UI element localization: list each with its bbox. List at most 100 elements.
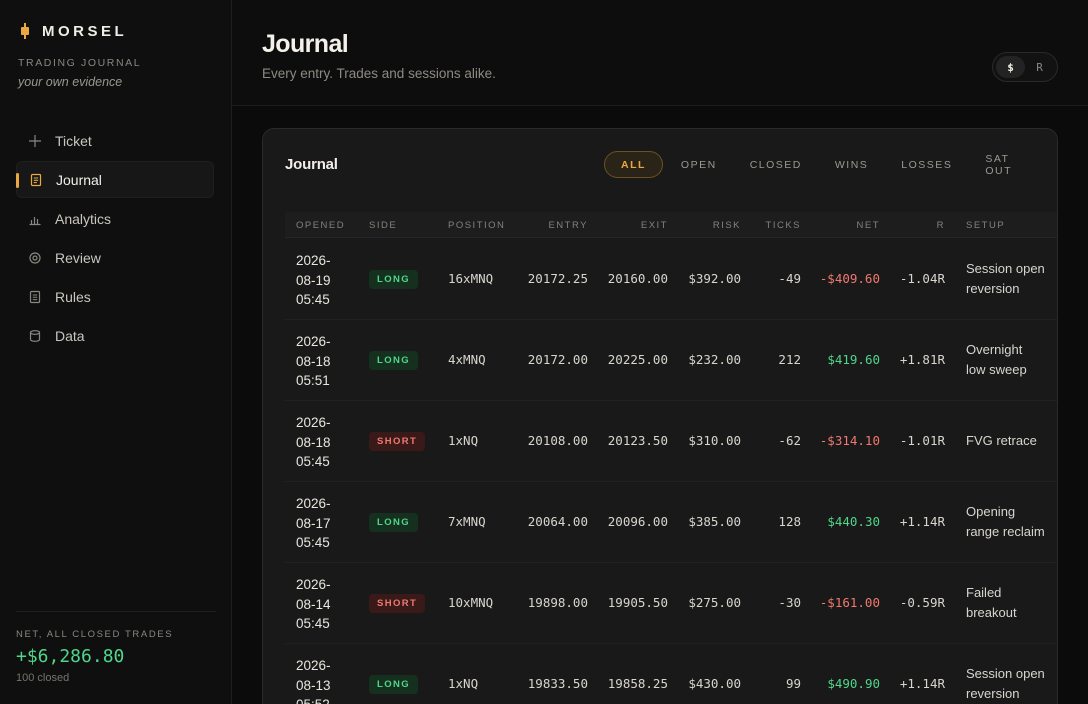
table-row[interactable]: 2026- 08-14 05:45 SHORT 10xMNQ 19898.00 19… bbox=[285, 563, 1057, 644]
column-position[interactable]: POSITION bbox=[448, 220, 505, 231]
ticks-cell: -49 bbox=[778, 271, 801, 286]
table-row[interactable]: 2026- 08-18 05:45 SHORT 1xNQ 20108.00 2012… bbox=[285, 401, 1057, 482]
r-multiple-cell: -1.04R bbox=[899, 271, 945, 286]
net-cell: $419.60 bbox=[827, 352, 880, 367]
brand-logo[interactable]: MORSEL bbox=[18, 22, 127, 40]
sidebar-item-label: Rules bbox=[55, 288, 91, 305]
net-summary: NET, ALL CLOSED TRADES +$6,286.80 100 cl… bbox=[16, 611, 216, 684]
net-summary-count: 100 closed bbox=[16, 672, 70, 684]
card-title: Journal bbox=[285, 156, 338, 173]
net-cell: $490.90 bbox=[827, 676, 880, 691]
exit-cell: 20160.00 bbox=[607, 271, 668, 286]
ticks-cell: 128 bbox=[778, 514, 801, 529]
column-net[interactable]: NET bbox=[810, 220, 880, 231]
column-entry[interactable]: ENTRY bbox=[525, 220, 588, 231]
sidebar-item-analytics[interactable]: Analytics bbox=[16, 200, 214, 237]
side-badge: LONG bbox=[369, 513, 419, 532]
filter-tabs: ALL OPEN CLOSED WINS LOSSES SAT OUT bbox=[604, 151, 1057, 178]
risk-cell: $430.00 bbox=[688, 676, 741, 691]
journal-card: Journal ALL OPEN CLOSED WINS LOSSES SAT … bbox=[262, 128, 1058, 704]
risk-cell: $232.00 bbox=[688, 352, 741, 367]
journal-icon bbox=[29, 173, 43, 187]
sidebar: MORSEL TRADING JOURNAL your own evidence… bbox=[0, 0, 232, 704]
column-setup[interactable]: SETUP bbox=[966, 220, 1005, 231]
setup-cell: Session open reversion bbox=[966, 666, 1045, 701]
target-icon bbox=[28, 251, 42, 265]
sidebar-item-rules[interactable]: Rules bbox=[16, 278, 214, 315]
opened-cell: 2026-08-1305:52 bbox=[296, 658, 331, 704]
r-multiple-cell: -0.59R bbox=[899, 595, 945, 610]
entry-cell: 19833.50 bbox=[527, 676, 588, 691]
table-row[interactable]: 2026- 08-18 05:51 LONG 4xMNQ 20172.00 2022… bbox=[285, 320, 1057, 401]
entry-cell: 20064.00 bbox=[527, 514, 588, 529]
filter-all[interactable]: ALL bbox=[604, 151, 663, 178]
side-badge: LONG bbox=[369, 270, 419, 289]
side-badge: LONG bbox=[369, 351, 419, 370]
net-cell: $440.30 bbox=[827, 514, 880, 529]
brand-subtagline: your own evidence bbox=[18, 75, 123, 89]
setup-cell: Opening range reclaim bbox=[966, 504, 1045, 539]
exit-cell: 19905.50 bbox=[607, 595, 668, 610]
sidebar-item-ticket[interactable]: Ticket bbox=[16, 122, 214, 159]
sidebar-item-review[interactable]: Review bbox=[16, 239, 214, 276]
exit-cell: 19858.25 bbox=[607, 676, 668, 691]
setup-cell: Overnight low sweep bbox=[966, 342, 1027, 377]
table-row[interactable]: 2026- 08-19 05:45 LONG 16xMNQ 20172.25 201… bbox=[285, 239, 1057, 320]
risk-cell: $275.00 bbox=[688, 595, 741, 610]
sidebar-item-label: Data bbox=[55, 327, 85, 344]
table-row[interactable]: 2026- 08-17 05:45 LONG 7xMNQ 20064.00 2009… bbox=[285, 482, 1057, 563]
risk-cell: $310.00 bbox=[688, 433, 741, 448]
filter-wins[interactable]: WINS bbox=[819, 151, 884, 178]
r-multiple-cell: +1.14R bbox=[899, 514, 945, 529]
side-badge: LONG bbox=[369, 675, 419, 694]
column-r[interactable]: R bbox=[900, 220, 945, 231]
table-row[interactable]: 2026-08-1305:52 LONG 1xNQ 19833.50 19858… bbox=[285, 644, 1057, 704]
net-cell: -$409.60 bbox=[819, 271, 880, 286]
setup-cell: Session open reversion bbox=[966, 261, 1045, 296]
opened-cell: 2026- 08-19 05:45 bbox=[296, 253, 331, 307]
r-multiple-cell: -1.01R bbox=[899, 433, 945, 448]
column-opened[interactable]: OPENED bbox=[296, 220, 345, 231]
opened-cell: 2026- 08-17 05:45 bbox=[296, 496, 331, 550]
ticks-cell: 99 bbox=[785, 676, 801, 691]
ticks-cell: 212 bbox=[778, 352, 801, 367]
position-cell: 1xNQ bbox=[448, 676, 479, 691]
column-side[interactable]: SIDE bbox=[369, 220, 397, 231]
document-icon bbox=[28, 290, 42, 304]
position-cell: 16xMNQ bbox=[448, 271, 494, 286]
brand-tagline: TRADING JOURNAL bbox=[18, 57, 142, 69]
column-ticks[interactable]: TICKS bbox=[751, 220, 801, 231]
unit-toggle[interactable]: $ R bbox=[992, 52, 1058, 82]
exit-cell: 20096.00 bbox=[607, 514, 668, 529]
column-exit[interactable]: EXIT bbox=[605, 220, 668, 231]
entry-cell: 20108.00 bbox=[527, 433, 588, 448]
ticks-cell: -30 bbox=[778, 595, 801, 610]
filter-closed[interactable]: CLOSED bbox=[734, 151, 818, 178]
position-cell: 1xNQ bbox=[448, 433, 479, 448]
setup-cell: FVG retrace bbox=[966, 433, 1037, 448]
net-summary-value: +$6,286.80 bbox=[16, 646, 125, 667]
filter-open[interactable]: OPEN bbox=[665, 151, 733, 178]
sidebar-nav: Ticket Journal Analytics Review Rules Da… bbox=[16, 122, 214, 356]
filter-losses[interactable]: LOSSES bbox=[885, 151, 968, 178]
unit-option-dollar[interactable]: $ bbox=[996, 56, 1025, 78]
r-multiple-cell: +1.14R bbox=[899, 676, 945, 691]
opened-cell: 2026- 08-18 05:51 bbox=[296, 334, 331, 388]
bar-chart-icon bbox=[28, 212, 42, 226]
column-risk[interactable]: RISK bbox=[677, 220, 741, 231]
filter-sat-out[interactable]: SAT OUT bbox=[969, 151, 1056, 178]
entry-cell: 19898.00 bbox=[527, 595, 588, 610]
net-cell: -$314.10 bbox=[819, 433, 880, 448]
sidebar-item-journal[interactable]: Journal bbox=[16, 161, 214, 198]
plus-icon bbox=[28, 134, 42, 148]
opened-cell: 2026- 08-18 05:45 bbox=[296, 415, 331, 469]
r-multiple-cell: +1.81R bbox=[899, 352, 945, 367]
entry-cell: 20172.25 bbox=[527, 271, 588, 286]
sidebar-item-data[interactable]: Data bbox=[16, 317, 214, 354]
ticks-cell: -62 bbox=[778, 433, 801, 448]
unit-option-r[interactable]: R bbox=[1025, 56, 1054, 78]
database-icon bbox=[28, 329, 42, 343]
side-badge: SHORT bbox=[369, 594, 426, 613]
sidebar-item-label: Ticket bbox=[55, 132, 92, 149]
position-cell: 7xMNQ bbox=[448, 514, 486, 529]
